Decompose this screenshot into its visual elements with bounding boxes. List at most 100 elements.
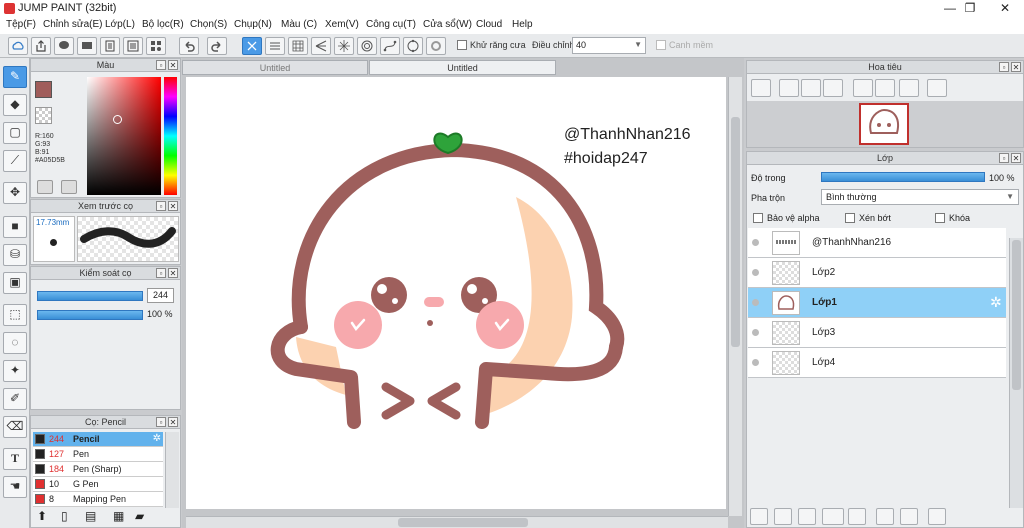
gear-icon[interactable]: ✲ xyxy=(990,294,1002,311)
horizontal-scroll-thumb[interactable] xyxy=(398,518,528,527)
ellipse-guide-icon[interactable] xyxy=(403,37,423,55)
menu-color[interactable]: Màu (C) xyxy=(281,19,317,30)
layer-row-lop4[interactable]: Lớp4 xyxy=(748,348,1006,378)
brush-opacity-slider[interactable] xyxy=(37,310,143,320)
folder-icon[interactable]: ▰ xyxy=(135,509,144,523)
menu-cloud[interactable]: Cloud xyxy=(476,19,502,30)
export-icon[interactable] xyxy=(31,37,51,55)
redo-icon[interactable] xyxy=(207,37,227,55)
message-icon[interactable] xyxy=(77,37,97,55)
delete-layer-icon[interactable] xyxy=(928,508,946,525)
select-eraser-tool[interactable]: ⌫ xyxy=(3,416,27,438)
rectangle-tool[interactable]: ▢ xyxy=(3,122,27,144)
visibility-icon[interactable] xyxy=(752,239,759,246)
close-icon[interactable]: ✕ xyxy=(168,417,178,427)
move-tool[interactable]: ✥ xyxy=(3,182,27,204)
brush-settings-icon[interactable]: ▦ xyxy=(113,509,124,523)
pen-tool[interactable]: ✎ xyxy=(3,66,27,88)
document-icon[interactable] xyxy=(100,37,120,55)
close-icon[interactable]: ✕ xyxy=(168,201,178,211)
add-layer-menu-icon[interactable] xyxy=(822,508,844,525)
detach-icon[interactable]: ▫ xyxy=(156,201,166,211)
restore-button[interactable]: ❐ xyxy=(955,0,985,17)
menu-window[interactable]: Cửa sổ(W) xyxy=(423,19,472,30)
line-tool[interactable]: ⟋ xyxy=(3,150,27,172)
layer-row-lop3[interactable]: Lớp3 xyxy=(748,318,1006,348)
close-icon[interactable]: ✕ xyxy=(1011,153,1021,163)
hue-slider[interactable] xyxy=(164,77,177,195)
canvas-vertical-scrollbar[interactable] xyxy=(728,77,742,516)
layer-row-text[interactable]: @ThanhNhan216 xyxy=(748,228,1006,258)
close-button[interactable]: ✕ xyxy=(990,0,1020,17)
menu-capture[interactable]: Chụp(N) xyxy=(234,19,272,30)
new-layer-icon[interactable] xyxy=(750,508,768,525)
layers-scrollbar[interactable] xyxy=(1009,238,1023,508)
saturation-value-picker[interactable] xyxy=(87,77,161,195)
zoom-in-icon[interactable] xyxy=(779,79,799,97)
menu-view[interactable]: Xem(V) xyxy=(325,19,359,30)
menu-filter[interactable]: Bộ lọc(R) xyxy=(142,19,184,30)
brush-item-pen[interactable]: 127 Pen xyxy=(33,447,163,462)
select-pen-tool[interactable]: ✐ xyxy=(3,388,27,410)
protect-alpha-checkbox[interactable] xyxy=(753,213,763,223)
magic-wand-tool[interactable]: ✦ xyxy=(3,360,27,382)
menu-file[interactable]: Tệp(F) xyxy=(6,19,36,30)
new-brush-icon[interactable]: ▯ xyxy=(61,509,68,523)
layer-folder-icon[interactable] xyxy=(848,508,866,525)
gear-icon[interactable]: ✲ xyxy=(153,432,161,446)
eyedropper-icon[interactable] xyxy=(61,180,77,194)
brush-item-pen-sharp[interactable]: 184 Pen (Sharp) xyxy=(33,462,163,477)
undo-icon[interactable] xyxy=(179,37,199,55)
brush-size-slider[interactable] xyxy=(37,291,143,301)
visibility-icon[interactable] xyxy=(752,269,759,276)
main-color-swatch[interactable] xyxy=(35,81,52,98)
brush-item-pencil[interactable]: 244 Pencil ✲ xyxy=(33,432,163,447)
menu-layer[interactable]: Lớp(L) xyxy=(105,19,135,30)
fill-rect-tool[interactable]: ■ xyxy=(3,216,27,238)
detach-icon[interactable]: ▫ xyxy=(999,62,1009,72)
gradient-tool[interactable]: ▣ xyxy=(3,272,27,294)
visibility-icon[interactable] xyxy=(752,359,759,366)
hand-tool[interactable]: ☚ xyxy=(3,476,27,498)
bucket-tool[interactable]: ⛁ xyxy=(3,244,27,266)
list-icon[interactable] xyxy=(123,37,143,55)
menu-select[interactable]: Chọn(S) xyxy=(190,19,227,30)
select-none-icon[interactable] xyxy=(242,37,262,55)
layer-properties-icon[interactable] xyxy=(798,508,816,525)
brush-size-value[interactable]: 244 xyxy=(147,288,174,303)
concentric-icon[interactable] xyxy=(357,37,377,55)
duplicate-layer-icon[interactable] xyxy=(876,508,894,525)
visibility-icon[interactable] xyxy=(752,299,759,306)
select-rect-tool[interactable]: ⬚ xyxy=(3,304,27,326)
brush-list-scrollbar[interactable] xyxy=(165,432,179,508)
rotate-right-icon[interactable] xyxy=(899,79,919,97)
clipping-checkbox[interactable] xyxy=(845,213,855,223)
rotate-left-icon[interactable] xyxy=(853,79,873,97)
upload-icon[interactable]: ⬆ xyxy=(37,509,47,523)
detach-icon[interactable]: ▫ xyxy=(156,60,166,70)
drawing-canvas[interactable]: @ThanhNhan216 #hoidap247 xyxy=(186,77,726,509)
cloud-icon[interactable] xyxy=(8,37,28,55)
eraser-tool[interactable]: ◆ xyxy=(3,94,27,116)
layer-row-lop2[interactable]: Lớp2 xyxy=(748,258,1006,288)
document-tab-2[interactable]: Untitled xyxy=(369,60,556,75)
canvas-horizontal-scrollbar[interactable] xyxy=(186,516,728,528)
flip-icon[interactable] xyxy=(927,79,947,97)
curve-icon[interactable] xyxy=(380,37,400,55)
detach-icon[interactable]: ▫ xyxy=(999,153,1009,163)
navigator-thumbnail[interactable] xyxy=(859,103,909,145)
copy-brush-icon[interactable]: ▤ xyxy=(85,509,96,523)
gear-guide-icon[interactable] xyxy=(426,37,446,55)
grid-settings-icon[interactable] xyxy=(146,37,166,55)
grid-icon[interactable] xyxy=(288,37,308,55)
detach-icon[interactable]: ▫ xyxy=(156,417,166,427)
merge-down-icon[interactable] xyxy=(900,508,918,525)
close-icon[interactable]: ✕ xyxy=(168,268,178,278)
document-tab-1[interactable]: Untitled xyxy=(182,60,368,75)
brush-item-g-pen[interactable]: 10 G Pen xyxy=(33,477,163,492)
palette-icon[interactable] xyxy=(37,180,53,194)
new-layer-from-icon[interactable] xyxy=(774,508,792,525)
close-icon[interactable]: ✕ xyxy=(1011,62,1021,72)
adjust-value-select[interactable]: 40 ▼ xyxy=(572,37,646,54)
brush-item-mapping-pen[interactable]: 8 Mapping Pen xyxy=(33,492,163,507)
